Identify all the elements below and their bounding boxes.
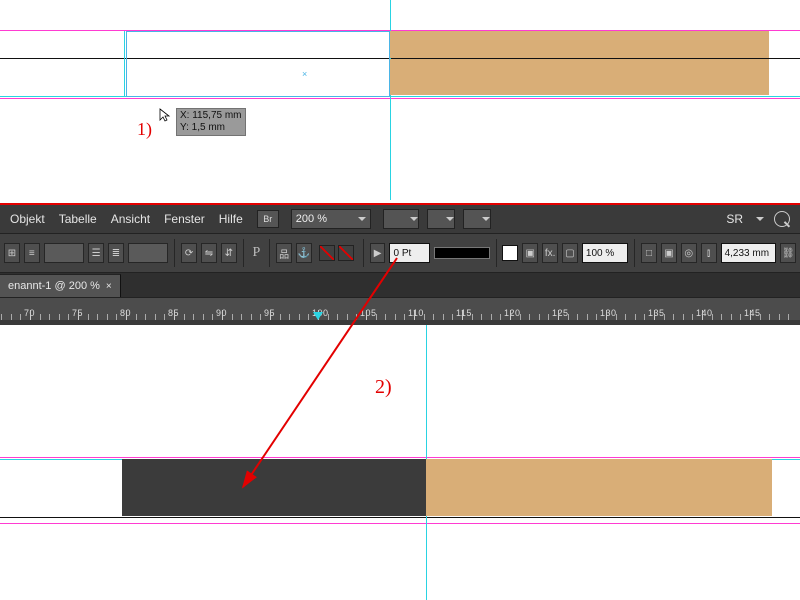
- position-tooltip: X: 115,75 mm Y: 1,5 mm: [176, 108, 246, 136]
- workspace-label[interactable]: SR: [726, 212, 743, 226]
- stroke-style-swatch[interactable]: [434, 247, 490, 259]
- fill-color-swatch[interactable]: [502, 245, 518, 261]
- zoom-combo[interactable]: 200 %: [291, 209, 371, 229]
- stroke-none-swatch[interactable]: [338, 245, 354, 261]
- tab-close-icon[interactable]: ×: [106, 281, 112, 292]
- menu-fenster[interactable]: Fenster: [164, 212, 205, 226]
- dimension-field[interactable]: 4,233 mm: [721, 243, 777, 263]
- link-icon[interactable]: ⛓: [780, 243, 796, 263]
- opacity-field[interactable]: 100 %: [582, 243, 628, 263]
- wrap-icon-1[interactable]: ▣: [522, 243, 538, 263]
- ruler-label: 135: [648, 308, 665, 318]
- screen-mode-dropdown[interactable]: [427, 209, 455, 229]
- ruler-label: 125: [552, 308, 569, 318]
- ruler-indicator-icon: [313, 312, 323, 320]
- align-icon-3[interactable]: ≣: [108, 243, 124, 263]
- textwrap-shape-icon[interactable]: ◎: [681, 243, 697, 263]
- ruler-label: 140: [696, 308, 713, 318]
- tooltip-y: Y: 1,5 mm: [180, 122, 242, 134]
- selection-center-marker: ×: [302, 70, 307, 79]
- fill-none-swatch[interactable]: [319, 245, 335, 261]
- document-tab-bar: enannt-1 @ 200 % ×: [0, 273, 800, 298]
- anchor-icon[interactable]: ⚓: [296, 243, 312, 263]
- zoom-value: 200 %: [296, 213, 327, 225]
- paragraph-icon[interactable]: P: [250, 244, 264, 262]
- menu-ansicht[interactable]: Ansicht: [111, 212, 150, 226]
- wrap-icon-2[interactable]: ▢: [562, 243, 578, 263]
- ruler-label: 110: [408, 308, 424, 318]
- textwrap-jump-icon[interactable]: ⫾: [701, 243, 717, 263]
- flip-h-icon[interactable]: ⇋: [201, 243, 217, 263]
- stroke-weight-field[interactable]: 0 Pt: [389, 243, 429, 263]
- ruler-label: 130: [600, 308, 617, 318]
- ruler-label: 115: [456, 308, 472, 318]
- cursor-arrow-icon: [159, 108, 173, 122]
- tab-title: enannt-1 @ 200 %: [8, 280, 100, 292]
- para-style-combo-2[interactable]: [128, 243, 168, 263]
- para-style-combo-1[interactable]: [44, 243, 84, 263]
- tan-cell-lower[interactable]: [426, 459, 772, 516]
- search-icon[interactable]: [774, 211, 790, 227]
- chevron-down-icon: [756, 217, 764, 221]
- flip-v-icon[interactable]: ⇵: [221, 243, 237, 263]
- bridge-button[interactable]: Br: [257, 210, 279, 228]
- chevron-down-icon: [358, 217, 366, 221]
- menu-tabelle[interactable]: Tabelle: [59, 212, 97, 226]
- ref-point-icon[interactable]: ⊞: [4, 243, 20, 263]
- menu-bar: Objekt Tabelle Ansicht Fenster Hilfe Br …: [0, 205, 800, 233]
- textwrap-none-icon[interactable]: □: [641, 243, 657, 263]
- hierarchy-icon[interactable]: 品: [276, 243, 292, 263]
- ruler-label: 145: [744, 308, 761, 318]
- app-band: Objekt Tabelle Ansicht Fenster Hilfe Br …: [0, 205, 800, 325]
- arrange-dropdown[interactable]: [463, 209, 491, 229]
- upper-canvas[interactable]: × X: 115,75 mm Y: 1,5 mm 1): [0, 0, 800, 200]
- view-mode-dropdown[interactable]: [383, 209, 419, 229]
- document-tab[interactable]: enannt-1 @ 200 % ×: [0, 274, 121, 297]
- fx-button[interactable]: fx.: [542, 243, 558, 263]
- annotation-1: 1): [137, 120, 152, 138]
- annotation-2: 2): [375, 377, 392, 397]
- lower-canvas[interactable]: 2): [0, 325, 800, 600]
- dark-cell[interactable]: [122, 459, 426, 516]
- menu-objekt[interactable]: Objekt: [10, 212, 45, 226]
- tooltip-x: X: 115,75 mm: [180, 110, 242, 122]
- selected-frame[interactable]: [126, 31, 390, 97]
- ruler-label: 120: [504, 308, 521, 318]
- rotate-icon[interactable]: ⟳: [181, 243, 197, 263]
- ruler-label: 105: [360, 308, 377, 318]
- textwrap-bbox-icon[interactable]: ▣: [661, 243, 677, 263]
- control-strip: ⊞ ≡ ☰ ≣ ⟳ ⇋ ⇵ P 品 ⚓ ▶ 0 Pt ▣: [0, 233, 800, 273]
- arrow-right-icon[interactable]: ▶: [370, 243, 386, 263]
- align-icon-2[interactable]: ☰: [88, 243, 104, 263]
- menu-hilfe[interactable]: Hilfe: [219, 212, 243, 226]
- horizontal-ruler[interactable]: 6570758085909510010511011512012513013514…: [0, 297, 800, 320]
- align-icon-1[interactable]: ≡: [24, 243, 40, 263]
